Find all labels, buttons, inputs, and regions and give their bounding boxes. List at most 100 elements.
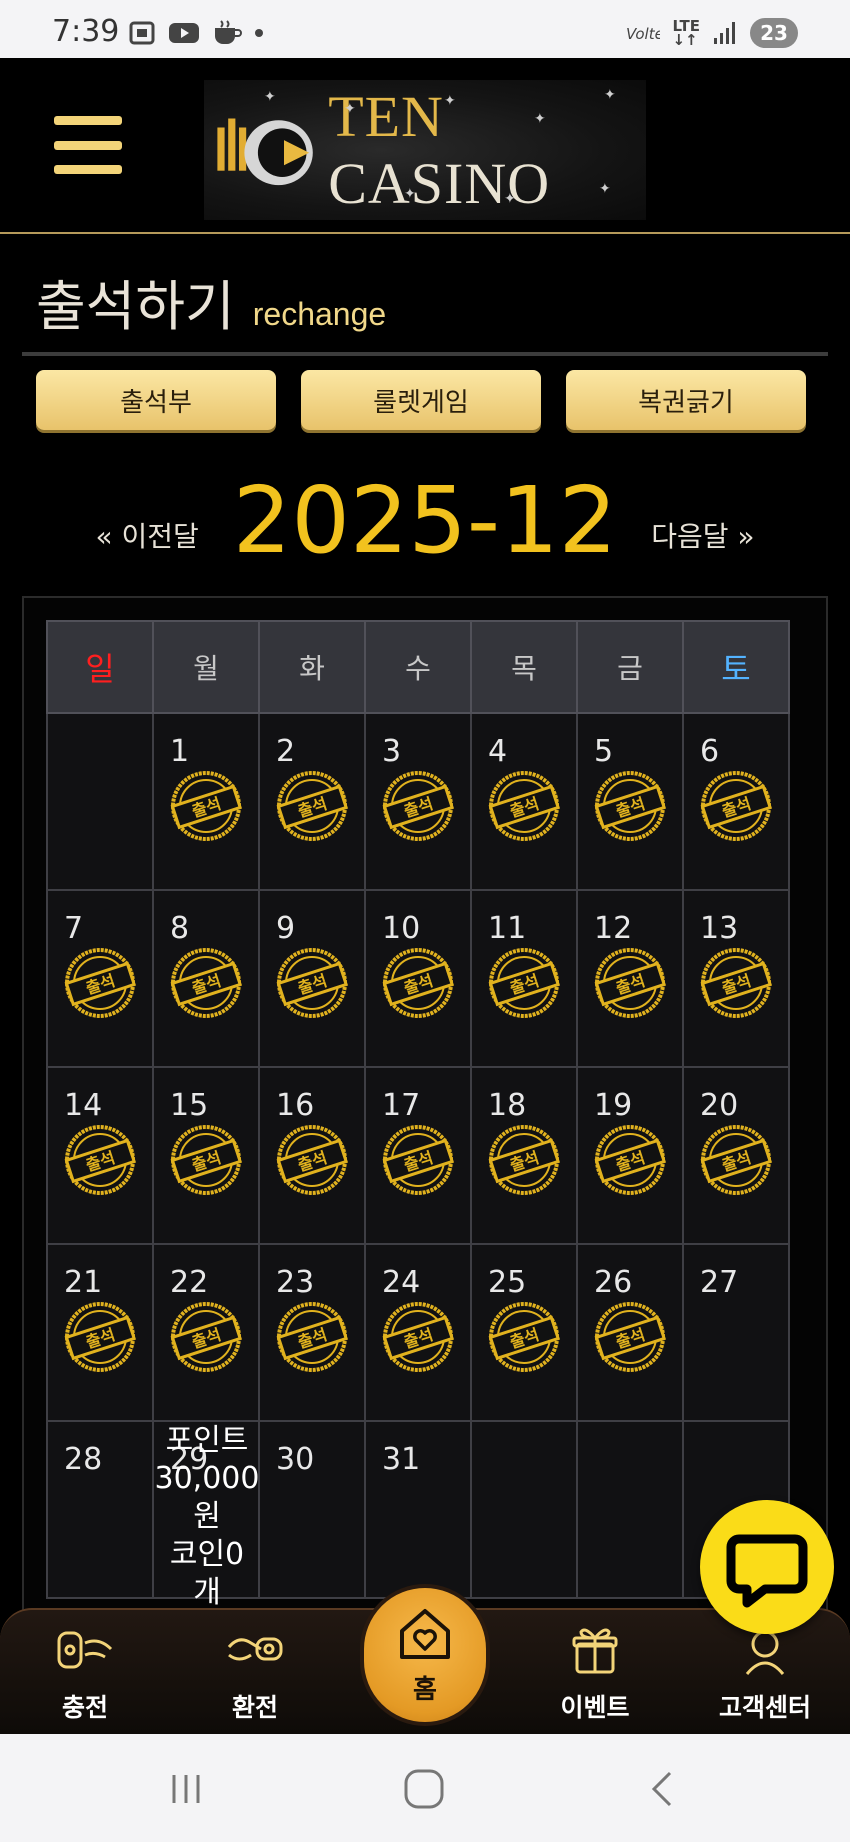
attendance-stamp-icon: 출석 [170, 1302, 243, 1372]
page-title: 출석하기 [36, 275, 235, 338]
chat-button[interactable] [700, 1500, 834, 1634]
calendar-day-cell[interactable]: 13 출석 [682, 889, 790, 1068]
calendar-day-number: 20 [700, 1088, 739, 1123]
calendar-day-cell[interactable]: 27 [682, 1243, 790, 1422]
calendar-day-cell[interactable]: 21 출석 [46, 1243, 154, 1422]
status-bar: 7:39 Volte LTE↓↑ 23 [0, 0, 850, 58]
attendance-stamp-icon: 출석 [594, 1125, 667, 1195]
status-time: 7:39 [52, 14, 120, 49]
calendar-day-cell[interactable]: 18 출석 [470, 1066, 578, 1245]
attendance-stamp: 출석 [380, 1299, 456, 1375]
menu-icon[interactable] [54, 116, 122, 174]
next-month-link[interactable]: 다음달 » [651, 515, 754, 555]
calendar-day-cell[interactable]: 19 출석 [576, 1066, 684, 1245]
calendar-day-cell[interactable]: 16 출석 [258, 1066, 366, 1245]
attendance-stamp-icon: 출석 [700, 1125, 773, 1195]
signal-icon [714, 22, 735, 44]
system-navigation-bar [0, 1734, 850, 1842]
attendance-stamp-icon: 출석 [382, 771, 455, 841]
calendar-day-cell[interactable]: 2 출석 [258, 712, 366, 891]
prev-month-link[interactable]: « 이전달 [95, 515, 198, 555]
calendar-day-cell[interactable]: 28 [46, 1420, 154, 1599]
attendance-stamp: 출석 [274, 1122, 350, 1198]
calendar-day-number: 31 [382, 1442, 421, 1477]
calendar-day-cell[interactable]: 7 출석 [46, 889, 154, 1068]
calendar-day-cell[interactable]: 29 포인트 30,000 원 코인0 개 [152, 1420, 260, 1610]
nav-deposit[interactable]: 충전 [10, 1620, 160, 1724]
attendance-stamp: 출석 [274, 768, 350, 844]
calendar-day-cell[interactable]: 11 출석 [470, 889, 578, 1068]
back-button[interactable] [632, 1764, 692, 1814]
calendar-day-cell[interactable]: 6 출석 [682, 712, 790, 891]
weekday-fri: 금 [576, 620, 684, 714]
tab-roulette[interactable]: 룰렛게임 [301, 370, 541, 430]
calendar-day-cell[interactable]: 25 출석 [470, 1243, 578, 1422]
attendance-stamp-icon: 출석 [170, 771, 243, 841]
calendar-day-number: 6 [700, 734, 720, 769]
tab-attendance[interactable]: 출석부 [36, 370, 276, 430]
recent-apps-icon [172, 1775, 200, 1803]
nav-home-label: 홈 [413, 1674, 437, 1705]
gift-icon [572, 1628, 618, 1674]
calendar-day-number: 23 [276, 1265, 315, 1300]
attendance-stamp-icon: 출석 [276, 948, 349, 1018]
tab-lottery[interactable]: 복권긁기 [566, 370, 806, 430]
calendar-week-row: 7 출석 8 출석 9 출석 10 출석 11 출석 12 출석 13 출석 [46, 889, 790, 1068]
nav-support[interactable]: 고객센터 [690, 1620, 840, 1724]
attendance-stamp-icon: 출석 [594, 771, 667, 841]
point-reward-line: 포인트 [165, 1423, 249, 1458]
attendance-stamp-icon: 출석 [64, 1302, 137, 1372]
calendar-day-number: 5 [594, 734, 614, 769]
calendar-day-cell[interactable]: 24 출석 [364, 1243, 472, 1422]
calendar-day-cell[interactable]: 9 출석 [258, 889, 366, 1068]
calendar-week-row: 28 29 포인트 30,000 원 코인0 개 30 31 [46, 1420, 790, 1610]
calendar-day-cell[interactable]: 20 출석 [682, 1066, 790, 1245]
page-title-block: 출석하기 rechange [36, 262, 386, 341]
calendar-day-number: 2 [276, 734, 296, 769]
attendance-stamp-icon: 출석 [594, 1302, 667, 1372]
nav-home[interactable]: 홈 [360, 1584, 490, 1726]
page-subtitle: rechange [252, 296, 387, 332]
dot-icon [255, 29, 263, 37]
lte-indicator: LTE ↓↑ [672, 19, 700, 49]
tab-bar: 출석부 룰렛게임 복권긁기 [36, 370, 806, 430]
calendar-day-cell[interactable]: 1 출석 [152, 712, 260, 891]
calendar-day-cell[interactable]: 3 출석 [364, 712, 472, 891]
calendar-day-cell[interactable]: 12 출석 [576, 889, 684, 1068]
calendar-day-cell[interactable]: 15 출석 [152, 1066, 260, 1245]
site-logo[interactable]: ✦ ✦ ✦ ✦ ✦ ✦ ✦ ✦ TEN CASINO [204, 80, 646, 220]
calendar-day-cell[interactable]: 30 [258, 1420, 366, 1599]
calendar-day-cell[interactable]: 8 출석 [152, 889, 260, 1068]
attendance-stamp: 출석 [698, 1122, 774, 1198]
attendance-stamp: 출석 [168, 1299, 244, 1375]
calendar-day-cell[interactable]: 31 [364, 1420, 472, 1599]
calendar-day-cell[interactable]: 23 출석 [258, 1243, 366, 1422]
calendar-day-number: 30 [276, 1442, 315, 1477]
nav-event[interactable]: 이벤트 [520, 1620, 670, 1724]
calendar-day-cell[interactable]: 10 출석 [364, 889, 472, 1068]
calendar-empty-cell [46, 712, 154, 891]
calendar-day-cell[interactable]: 5 출석 [576, 712, 684, 891]
home-system-button[interactable] [394, 1764, 454, 1814]
nav-withdraw[interactable]: 환전 [180, 1620, 330, 1724]
calendar-day-cell[interactable]: 4 출석 [470, 712, 578, 891]
status-notification-icons [128, 20, 264, 46]
home-circle-icon [404, 1769, 444, 1809]
calendar-day-number: 4 [488, 734, 508, 769]
calendar-day-cell[interactable]: 22 출석 [152, 1243, 260, 1422]
calendar-day-cell[interactable]: 26 출석 [576, 1243, 684, 1422]
calendar-day-cell[interactable]: 17 출석 [364, 1066, 472, 1245]
recent-apps-button[interactable] [156, 1764, 216, 1814]
attendance-stamp-icon: 출석 [276, 1125, 349, 1195]
calendar-day-cell[interactable]: 14 출석 [46, 1066, 154, 1245]
attendance-stamp: 출석 [592, 1299, 668, 1375]
attendance-stamp-icon: 출석 [64, 948, 137, 1018]
volte-icon: Volte [626, 25, 660, 43]
attendance-stamp: 출석 [698, 945, 774, 1021]
attendance-calendar: 일 월 화 수 목 금 토 1 출석 2 출석 3 출석 4 출석 5 출석 6 출석 7 출석 8 출석 9 출… [46, 620, 790, 1610]
weekday-header-row: 일 월 화 수 목 금 토 [46, 620, 790, 714]
lte-arrows-icon: ↓↑ [672, 31, 698, 49]
svg-text:Volte: Volte [626, 25, 660, 43]
calendar-day-number: 13 [700, 911, 739, 946]
attendance-stamp-icon: 출석 [594, 948, 667, 1018]
